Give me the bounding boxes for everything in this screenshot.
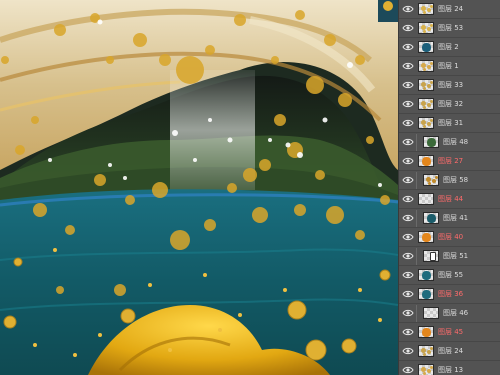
layer-thumbnail[interactable] xyxy=(418,345,434,357)
layer-row[interactable]: 图层 45 xyxy=(399,323,500,342)
layer-name[interactable]: 图层 46 xyxy=(443,307,468,319)
layer-thumbnail[interactable] xyxy=(418,117,434,129)
layer-name[interactable]: 图层 27 xyxy=(438,155,463,167)
layer-row[interactable]: 图层 1 xyxy=(399,57,500,76)
layer-thumbnail[interactable] xyxy=(423,307,439,319)
layer-row[interactable]: 图层 13 xyxy=(399,361,500,375)
group-indent-line xyxy=(416,248,417,265)
layer-row[interactable]: 图层 51 xyxy=(399,247,500,266)
layer-name[interactable]: 图层 2 xyxy=(438,41,459,53)
group-indent-line xyxy=(416,305,417,322)
layer-row[interactable]: 图层 33 xyxy=(399,76,500,95)
waterfall xyxy=(170,70,255,190)
eye-icon[interactable] xyxy=(402,61,414,71)
layer-name[interactable]: 图层 44 xyxy=(438,193,463,205)
layer-row[interactable]: 图层 31 xyxy=(399,114,500,133)
layer-thumbnail[interactable] xyxy=(418,155,434,167)
eye-icon[interactable] xyxy=(402,23,414,33)
layer-thumbnail[interactable] xyxy=(423,212,439,224)
layer-thumbnail[interactable] xyxy=(418,22,434,34)
layers-panel: 图层 24 图层 53 图层 2 图层 1 图层 33 图层 32 图层 31 图层 48 图层… xyxy=(398,0,500,375)
eye-icon[interactable] xyxy=(402,99,414,109)
layer-thumbnail[interactable] xyxy=(418,3,434,15)
document-canvas[interactable] xyxy=(0,0,398,375)
layer-name[interactable]: 图层 53 xyxy=(438,22,463,34)
layer-thumbnail[interactable] xyxy=(418,269,434,281)
eye-icon[interactable] xyxy=(402,80,414,90)
eye-icon[interactable] xyxy=(402,365,414,375)
group-indent-line xyxy=(416,210,417,227)
layer-name[interactable]: 图层 33 xyxy=(438,79,463,91)
layer-thumbnail[interactable] xyxy=(423,174,439,186)
layer-row[interactable]: 图层 24 xyxy=(399,342,500,361)
layer-name[interactable]: 图层 32 xyxy=(438,98,463,110)
layer-thumbnail[interactable] xyxy=(418,193,434,205)
layer-name[interactable]: 图层 13 xyxy=(438,364,463,375)
layer-name[interactable]: 图层 51 xyxy=(443,250,468,262)
layer-row[interactable]: 图层 32 xyxy=(399,95,500,114)
layer-thumbnail[interactable] xyxy=(418,326,434,338)
eye-icon[interactable] xyxy=(402,213,414,223)
layer-name[interactable]: 图层 45 xyxy=(438,326,463,338)
layer-name[interactable]: 图层 24 xyxy=(438,3,463,15)
eye-icon[interactable] xyxy=(402,270,414,280)
layer-name[interactable]: 图层 55 xyxy=(438,269,463,281)
layer-thumbnail[interactable] xyxy=(418,98,434,110)
eye-icon[interactable] xyxy=(402,175,414,185)
eye-icon[interactable] xyxy=(402,42,414,52)
layer-row[interactable]: 图层 27 xyxy=(399,152,500,171)
layer-thumbnail[interactable] xyxy=(418,364,434,375)
layer-thumbnail[interactable] xyxy=(423,250,439,262)
layer-name[interactable]: 图层 40 xyxy=(438,231,463,243)
eye-icon[interactable] xyxy=(402,346,414,356)
eye-icon[interactable] xyxy=(402,327,414,337)
eye-icon[interactable] xyxy=(402,308,414,318)
layer-row[interactable]: 图层 24 xyxy=(399,0,500,19)
eye-icon[interactable] xyxy=(402,251,414,261)
group-indent-line xyxy=(416,172,417,189)
layer-name[interactable]: 图层 36 xyxy=(438,288,463,300)
layer-row[interactable]: 图层 55 xyxy=(399,266,500,285)
layer-thumbnail[interactable] xyxy=(418,60,434,72)
layer-name[interactable]: 图层 41 xyxy=(443,212,468,224)
layer-row[interactable]: 图层 2 xyxy=(399,38,500,57)
layer-thumbnail[interactable] xyxy=(418,288,434,300)
layer-thumbnail[interactable] xyxy=(418,41,434,53)
eye-icon[interactable] xyxy=(402,137,414,147)
eye-icon[interactable] xyxy=(402,194,414,204)
layer-row[interactable]: 图层 41 xyxy=(399,209,500,228)
eye-icon[interactable] xyxy=(402,118,414,128)
layer-thumbnail[interactable] xyxy=(418,79,434,91)
layer-name[interactable]: 图层 24 xyxy=(438,345,463,357)
layer-row[interactable]: 图层 48 xyxy=(399,133,500,152)
eye-icon[interactable] xyxy=(402,156,414,166)
artwork xyxy=(0,0,398,375)
layer-row[interactable]: 图层 58 xyxy=(399,171,500,190)
layer-row[interactable]: 图层 44 xyxy=(399,190,500,209)
layer-name[interactable]: 图层 31 xyxy=(438,117,463,129)
layer-name[interactable]: 图层 48 xyxy=(443,136,468,148)
layer-row[interactable]: 图层 36 xyxy=(399,285,500,304)
layer-row[interactable]: 图层 40 xyxy=(399,228,500,247)
eye-icon[interactable] xyxy=(402,4,414,14)
eye-icon[interactable] xyxy=(402,232,414,242)
layer-row[interactable]: 图层 46 xyxy=(399,304,500,323)
group-indent-line xyxy=(416,134,417,151)
layer-thumbnail[interactable] xyxy=(418,231,434,243)
layer-name[interactable]: 图层 58 xyxy=(443,174,468,186)
layer-row[interactable]: 图层 53 xyxy=(399,19,500,38)
layer-name[interactable]: 图层 1 xyxy=(438,60,459,72)
eye-icon[interactable] xyxy=(402,289,414,299)
layer-thumbnail[interactable] xyxy=(423,136,439,148)
